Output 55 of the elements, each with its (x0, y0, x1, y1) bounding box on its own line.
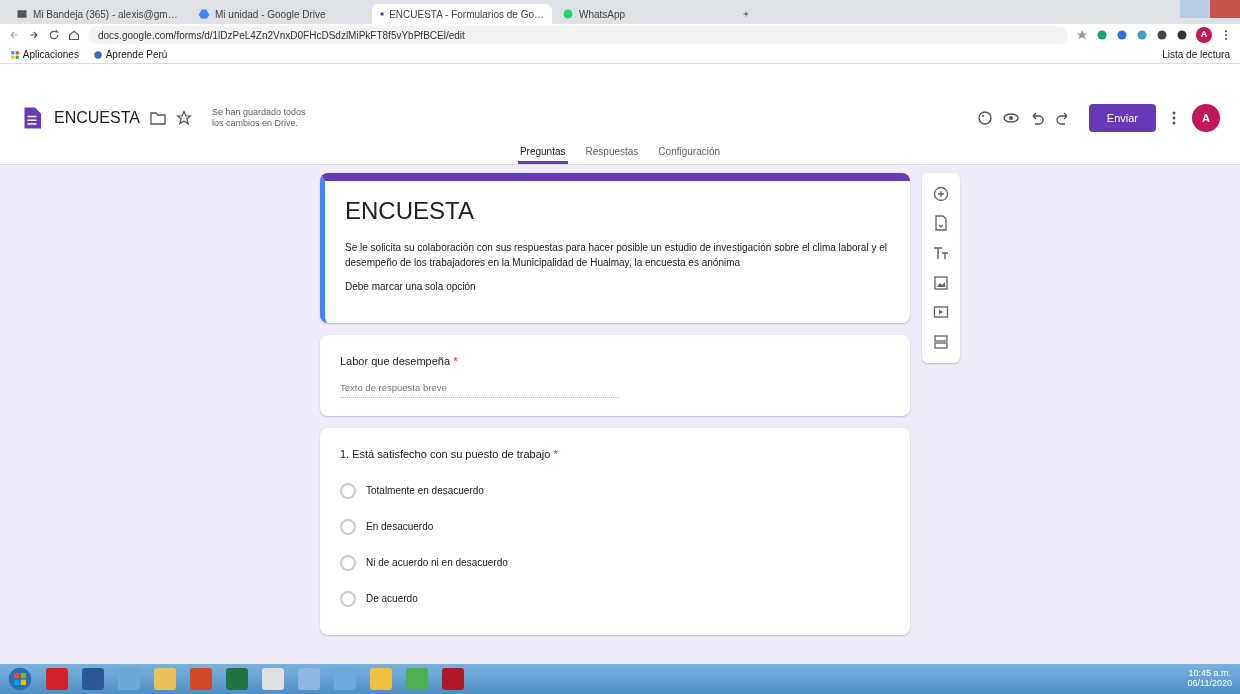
option-label: De acuerdo (366, 592, 418, 607)
form-description: Se le solicita su colaboración con sus respuestas para hacer posible un estudio de investigación sobre el clima laboral y el desempeño de los trabajadores en la Municipalidad de Hualmay, la encuesta es anónima (345, 241, 888, 270)
globe-icon (92, 49, 103, 60)
question-title: Labor que desempeña * (340, 353, 459, 369)
account-avatar[interactable]: A (1192, 104, 1220, 132)
option-label: En desacuerdo (366, 520, 434, 535)
form-note: Debe marcar una sola opción (345, 280, 477, 294)
home-icon[interactable] (68, 29, 80, 41)
bookmark-link[interactable]: Aprende Perú (92, 47, 168, 62)
add-title-icon[interactable] (933, 245, 949, 262)
option-label: Ni de acuerdo ni en desacuerdo (366, 556, 508, 571)
favicon-icon (562, 8, 574, 20)
plus-icon (742, 9, 750, 19)
short-answer-field[interactable]: Texto de respuesta breve (340, 379, 620, 399)
form-tab[interactable]: Configuración (656, 142, 723, 164)
favicon-icon (16, 8, 28, 20)
form-title: ENCUESTA (54, 108, 140, 128)
required-mark: * (553, 448, 558, 461)
bookmark-link[interactable]: Aplicaciones (10, 47, 79, 62)
form-heading: ENCUESTA (345, 196, 475, 226)
forward-icon[interactable] (28, 29, 40, 41)
palette-icon[interactable] (976, 110, 993, 126)
add-section-icon[interactable] (933, 334, 949, 351)
start-orb-icon[interactable] (8, 667, 32, 691)
radio-button[interactable] (340, 554, 356, 571)
browser-tab[interactable]: Mi Bandeja (365) - alexis@gm… (8, 4, 188, 24)
clock-date: 06/11/2020 (1187, 679, 1232, 689)
radio-button[interactable] (340, 518, 356, 535)
browser-tab[interactable]: Mi unidad - Google Drive (190, 4, 370, 24)
add-video-icon[interactable] (933, 304, 949, 321)
radio-button[interactable] (340, 482, 356, 499)
option-label: Totalmente en desacuerdo (366, 484, 484, 499)
preview-icon[interactable] (1002, 110, 1019, 126)
question-title: 1. Está satisfecho con su puesto de trabajo * (340, 447, 559, 463)
send-button[interactable]: Enviar (1088, 103, 1156, 133)
required-mark: * (453, 354, 458, 367)
clock-time: 10:45 a.m. (1187, 669, 1232, 679)
add-question-icon[interactable] (933, 185, 949, 202)
radio-button[interactable] (340, 590, 356, 607)
form-tab[interactable]: Respuestas (583, 142, 641, 164)
address-bar[interactable]: docs.google.com/forms/d/1lDzPeL4Zn2VnxD0FHcDSdzlMiPkFT8f5vYbPfBCEl/edit (88, 26, 1068, 44)
star-icon[interactable] (175, 110, 192, 126)
grid-icon (10, 49, 20, 60)
star-icon[interactable] (1076, 29, 1088, 41)
reading-list-link[interactable]: Lista de lectura (1162, 47, 1230, 62)
browser-tab[interactable]: WhatsApp (554, 4, 734, 24)
import-questions-icon[interactable] (933, 215, 949, 232)
save-status: Se han guardado todos los cambios en Drive. (211, 107, 307, 129)
browser-tab[interactable]: ENCUESTA - Formularios de Go… (372, 4, 552, 24)
back-icon[interactable] (8, 29, 20, 41)
profile-avatar[interactable]: A (1196, 27, 1212, 43)
reload-icon[interactable] (48, 29, 60, 41)
add-image-icon[interactable] (933, 274, 949, 291)
favicon-icon (198, 8, 210, 20)
folder-icon[interactable] (149, 110, 166, 126)
